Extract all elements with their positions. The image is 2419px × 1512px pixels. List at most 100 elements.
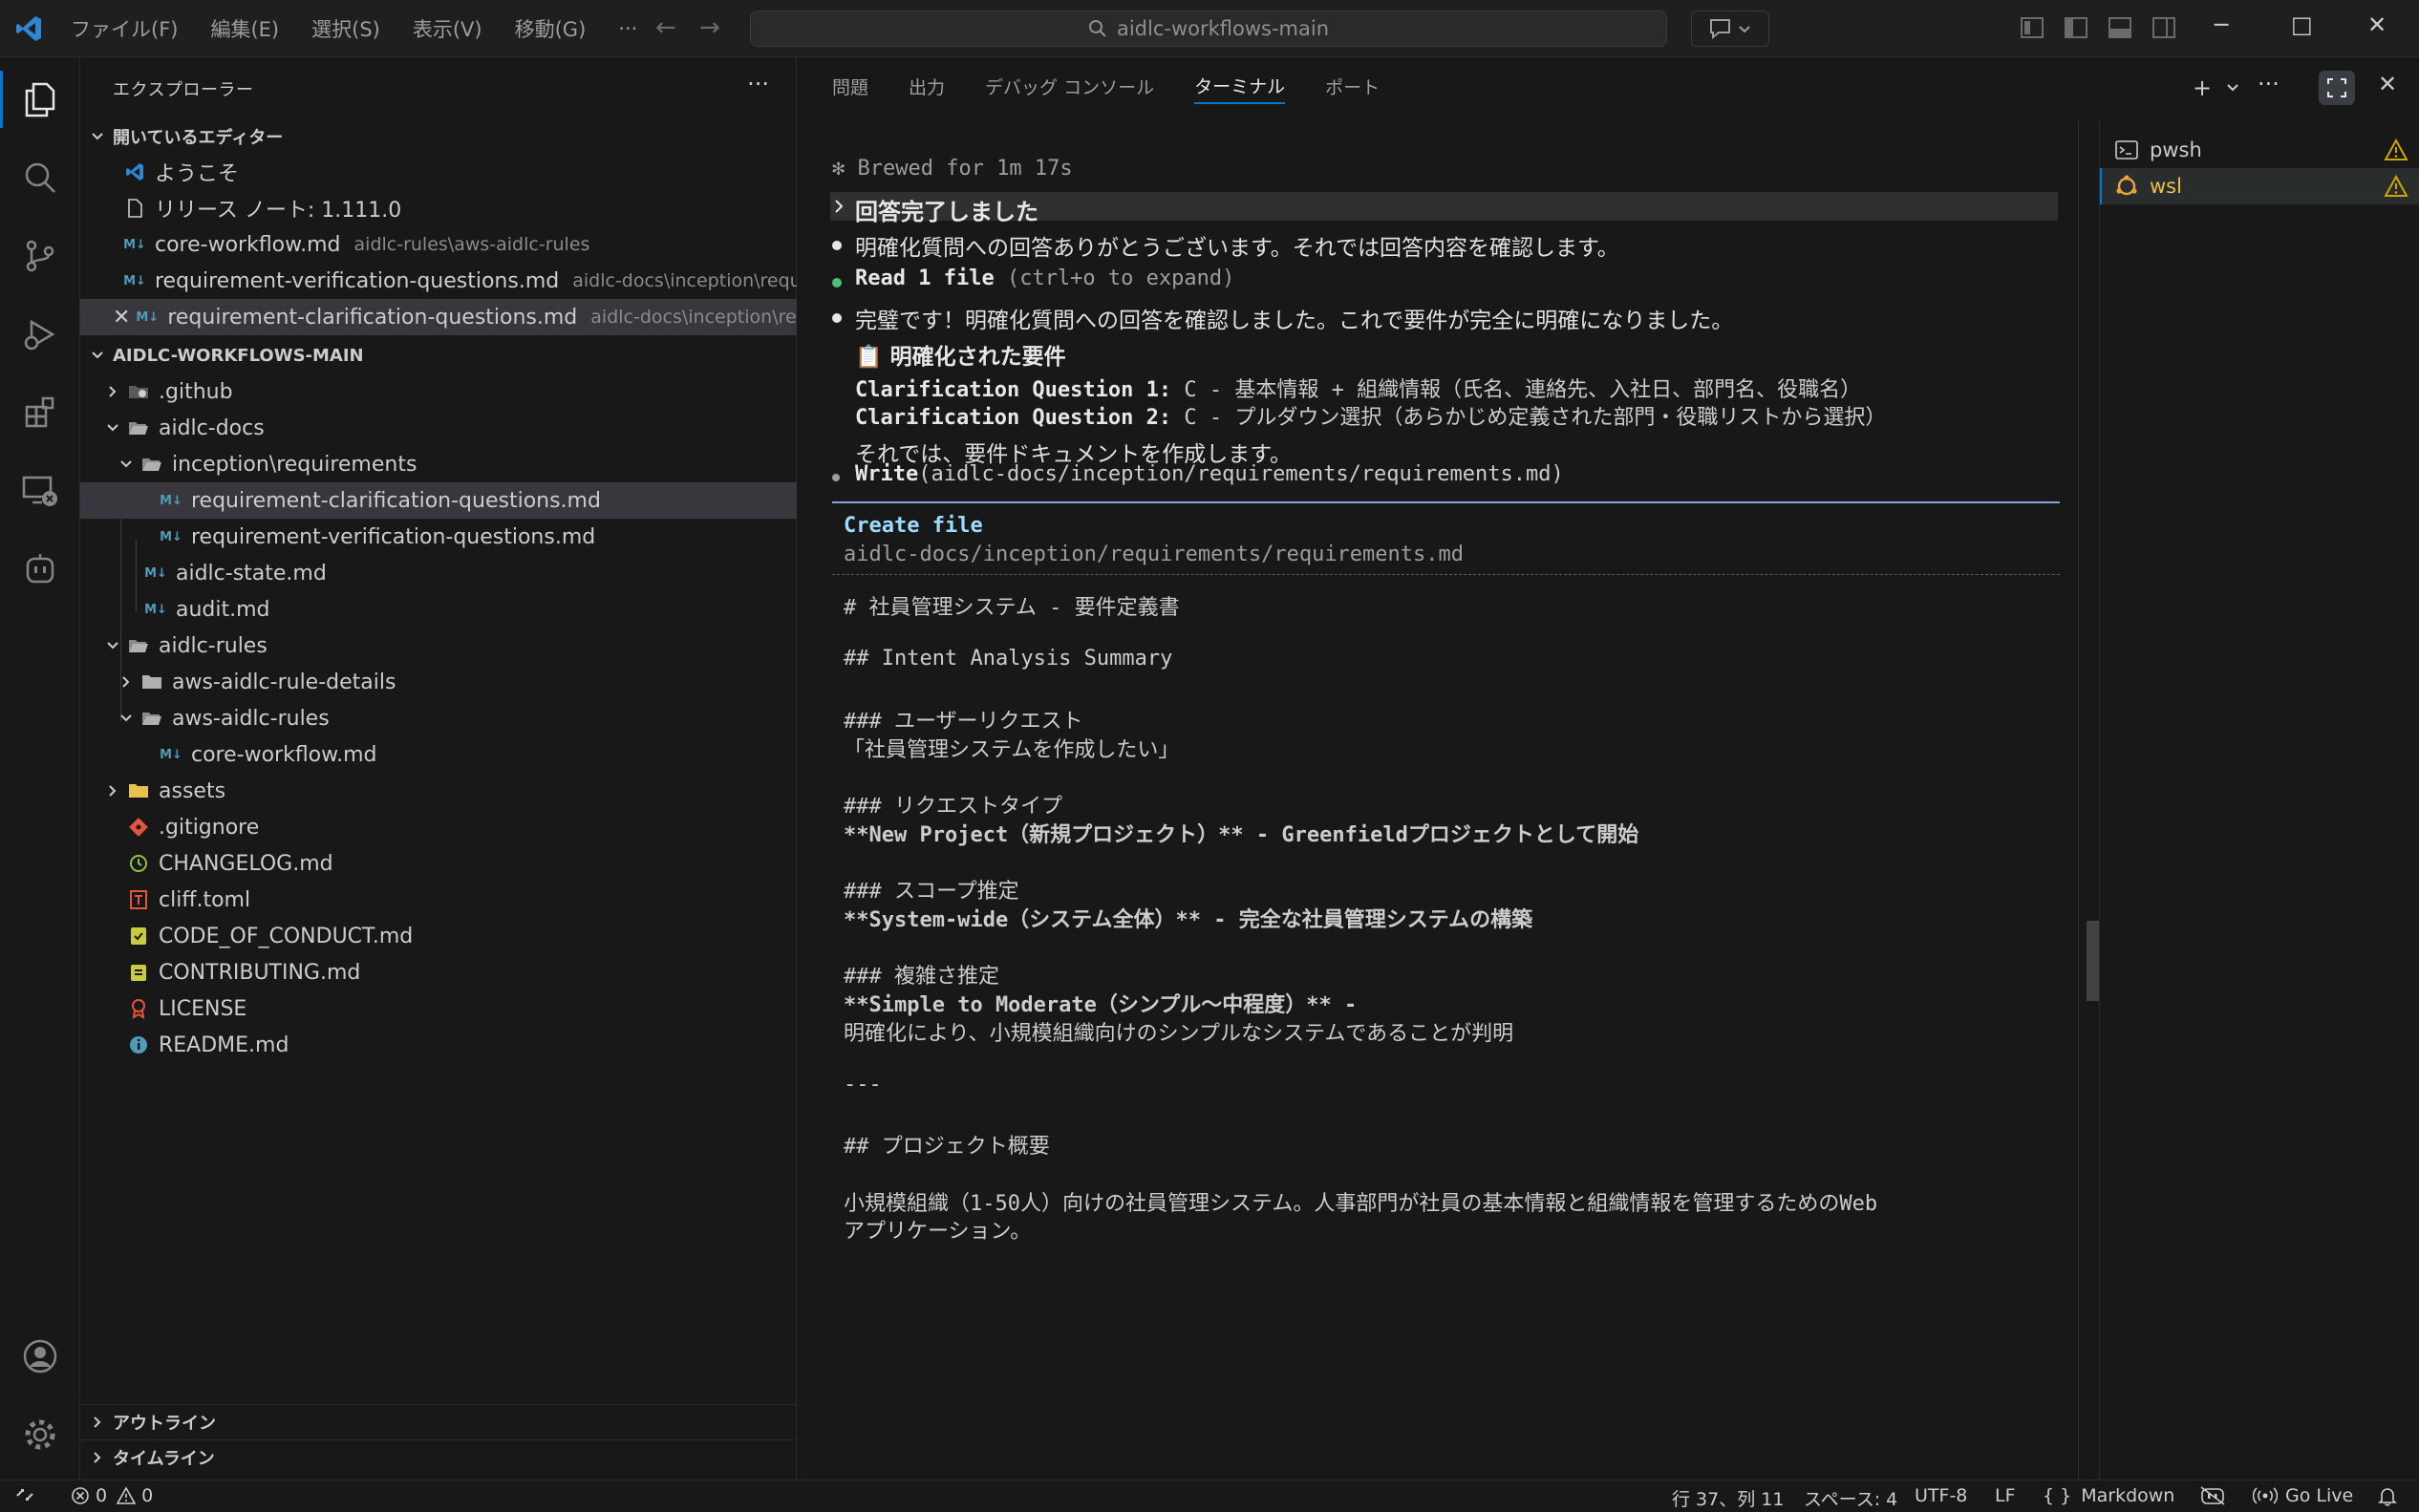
timeline-header[interactable]: タイムライン [80, 1439, 797, 1474]
menu-view[interactable]: 表示(V) [413, 14, 482, 43]
sidebar-more-button[interactable]: ··· [747, 71, 769, 97]
source-control-icon[interactable] [19, 235, 61, 277]
tree-folder-aidlc-rules[interactable]: aidlc-rules [80, 628, 797, 664]
go-live-button[interactable]: Go Live [2253, 1485, 2353, 1506]
tree-file-aidlc-state[interactable]: M↓ aidlc-state.md [80, 555, 797, 591]
tree-file-cliff-toml[interactable]: cliff.toml [80, 882, 797, 918]
copilot-icon[interactable] [19, 548, 61, 590]
requirements-heading: 📋 明確化された要件 [855, 345, 1066, 370]
scrollbar-thumb[interactable] [2087, 921, 2100, 1001]
file-preview-line: # 社員管理システム - 要件定義書 [844, 596, 1180, 620]
command-center-search[interactable]: aidlc-workflows-main [750, 11, 1667, 47]
tab-output[interactable]: 出力 [909, 74, 945, 103]
chevron-right-icon [109, 785, 117, 797]
terminal-item-pwsh[interactable]: pwsh [2100, 132, 2419, 168]
file-preview-line: ### スコープ推定 [844, 880, 1019, 904]
tree-file-verification[interactable]: M↓ requirement-verification-questions.md [80, 519, 797, 555]
menu-more[interactable]: ··· [618, 17, 637, 40]
tree-item-label: README.md [159, 1033, 289, 1057]
maximize-icon[interactable]: □ [2291, 11, 2313, 38]
bell-icon [2378, 1488, 2397, 1506]
tree-folder-aidlc-docs[interactable]: aidlc-docs [80, 410, 797, 446]
copilot-status[interactable] [2199, 1485, 2226, 1506]
encoding[interactable]: UTF-8 [1915, 1485, 1967, 1506]
tab-debug-console[interactable]: デバッグ コンソール [985, 74, 1154, 103]
close-panel-icon[interactable]: ✕ [2378, 71, 2397, 97]
tree-file-readme[interactable]: README.md [80, 1027, 797, 1063]
problems-indicator[interactable]: 0 0 [71, 1485, 153, 1506]
tree-file-code-of-conduct[interactable]: CODE_OF_CONDUCT.md [80, 918, 797, 954]
language-mode[interactable]: { } Markdown [2043, 1485, 2174, 1506]
tree-folder-inception-requirements[interactable]: inception\requirements [80, 446, 797, 482]
tree-file-license[interactable]: LICENSE [80, 990, 797, 1027]
open-editor-label: リリース ノート: 1.111.0 [155, 199, 402, 223]
toggle-primary-sidebar-icon[interactable] [2064, 15, 2088, 40]
markdown-icon: M↓ [123, 273, 146, 288]
tree-folder-aws-aidlc-rules[interactable]: aws-aidlc-rules [80, 700, 797, 736]
tree-file-clarification[interactable]: M↓ requirement-clarification-questions.m… [80, 482, 797, 519]
explorer-icon[interactable] [0, 71, 61, 128]
extensions-icon[interactable] [19, 392, 61, 434]
chevron-down-icon[interactable] [2225, 80, 2240, 96]
open-editor-welcome[interactable]: ようこそ [80, 154, 797, 190]
toggle-panel-icon[interactable] [2108, 15, 2132, 40]
run-debug-icon[interactable] [19, 313, 61, 355]
workspace-header[interactable]: AIDLC-WORKFLOWS-MAIN [80, 337, 797, 373]
notifications-button[interactable] [2377, 1485, 2398, 1506]
terminal-output[interactable]: ✻ Brewed for 1m 17s 回答完了しました 明確化質問への回答あり… [798, 118, 2078, 1480]
open-editor-release-notes[interactable]: リリース ノート: 1.111.0 [80, 190, 797, 226]
tab-ports[interactable]: ポート [1325, 74, 1380, 103]
new-terminal-icon[interactable]: + [2193, 75, 2212, 101]
tree-folder-github[interactable]: .github [80, 373, 797, 410]
tree-file-core-workflow[interactable]: M↓ core-workflow.md [80, 736, 797, 773]
outline-header[interactable]: アウトライン [80, 1404, 797, 1438]
tree-item-label: core-workflow.md [191, 742, 377, 767]
toggle-secondary-sidebar-icon[interactable] [2151, 15, 2176, 40]
forward-arrow-icon[interactable]: → [699, 13, 720, 42]
back-arrow-icon[interactable]: ← [655, 13, 676, 42]
tab-terminal[interactable]: ターミナル [1194, 73, 1286, 104]
open-editors-header[interactable]: 開いているエディター [80, 118, 797, 155]
tree-item-label: requirement-verification-questions.md [191, 524, 596, 549]
tree-folder-rule-details[interactable]: aws-aidlc-rule-details [80, 664, 797, 700]
tab-problems[interactable]: 問題 [832, 74, 868, 103]
remote-explorer-icon[interactable] [19, 470, 61, 512]
minimize-icon[interactable]: ─ [2215, 11, 2228, 38]
close-icon[interactable]: ✕ [113, 306, 133, 330]
tree-folder-assets[interactable]: assets [80, 773, 797, 809]
menu-selection[interactable]: 選択(S) [311, 14, 380, 43]
indentation[interactable]: スペース: 4 [1804, 1485, 1897, 1511]
close-window-icon[interactable]: ✕ [2367, 11, 2387, 38]
chevron-right-icon[interactable] [832, 199, 846, 214]
broadcast-icon [2253, 1487, 2278, 1504]
open-editor-core-workflow[interactable]: M↓ core-workflow.md aidlc-rules\aws-aidl… [80, 226, 797, 263]
chevron-down-icon [120, 460, 132, 468]
status-bar: 0 0 行 37、列 11 スペース: 4 UTF-8 LF { } Markd… [0, 1480, 2419, 1512]
maximize-icon [2327, 78, 2346, 97]
line-ending[interactable]: LF [1995, 1485, 2016, 1506]
terminal-item-wsl[interactable]: wsl [2100, 168, 2419, 204]
open-editor-clarification[interactable]: ✕ M↓ requirement-clarification-questions… [80, 299, 797, 335]
menu-go[interactable]: 移動(G) [515, 14, 587, 43]
menu-edit[interactable]: 編集(E) [210, 14, 279, 43]
timeline-title: タイムライン [113, 1448, 215, 1469]
account-icon[interactable] [19, 1335, 61, 1377]
chevron-right-icon [109, 386, 117, 397]
search-icon[interactable] [19, 157, 61, 199]
more-actions-icon[interactable]: ··· [2258, 71, 2280, 97]
message-line: 明確化質問への回答ありがとうございます。それでは回答内容を確認します。 [855, 236, 1619, 261]
tree-file-contributing[interactable]: CONTRIBUTING.md [80, 954, 797, 990]
chat-button[interactable] [1691, 11, 1769, 47]
settings-gear-icon[interactable] [19, 1414, 61, 1456]
maximize-panel-button[interactable] [2319, 71, 2355, 105]
tree-file-gitignore[interactable]: .gitignore [80, 809, 797, 845]
layout-controls-icon[interactable] [2020, 15, 2044, 40]
tree-file-audit[interactable]: M↓ audit.md [80, 591, 797, 628]
terminal-scrollbar[interactable] [2078, 118, 2100, 1480]
open-editor-verification[interactable]: M↓ requirement-verification-questions.md… [80, 263, 797, 299]
menu-file[interactable]: ファイル(F) [71, 14, 178, 43]
tree-file-changelog[interactable]: CHANGELOG.md [80, 845, 797, 882]
cursor-position[interactable]: 行 37、列 11 [1672, 1485, 1784, 1511]
remote-indicator[interactable] [13, 1484, 36, 1505]
tool-bullet [832, 278, 842, 287]
